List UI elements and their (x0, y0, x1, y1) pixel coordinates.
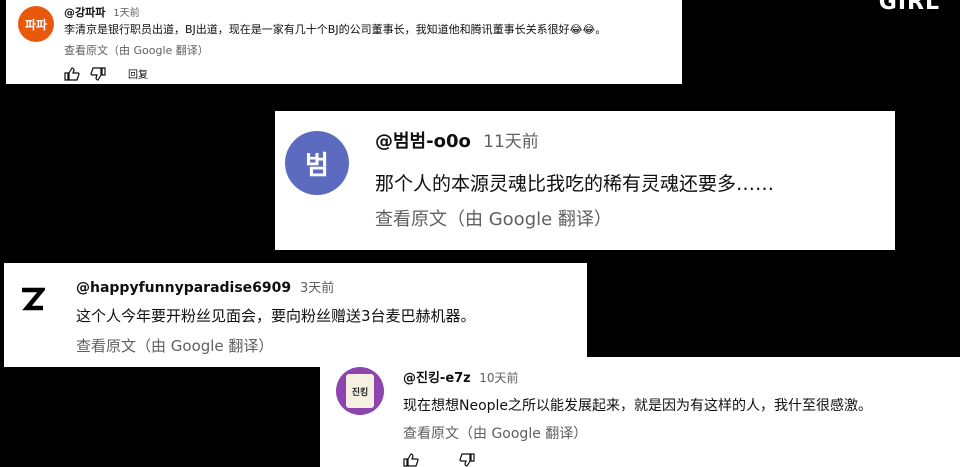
see-original-link[interactable]: 查看原文（由 Google 翻译） (375, 205, 612, 231)
comment-card-4: 진킹 @진킹-e7z 10天前 现在想想Neople之所以能发展起来，就是因为有… (320, 357, 960, 467)
author-handle[interactable]: @강파파 (64, 6, 105, 19)
comment-time[interactable]: 1天前 (113, 8, 139, 19)
watermark: GIRL (878, 0, 940, 15)
comment-card-2: 범 @범범-o0o 11天前 那个人的本源灵魂比我吃的稀有灵魂还要多…… 查看原… (275, 111, 895, 250)
comment-actions: 回复 (64, 66, 148, 81)
comment-text: 这个人今年要开粉丝见面会，要向粉丝赠送3台麦巴赫机器。 (76, 307, 476, 325)
dislike-icon[interactable] (90, 66, 106, 81)
author-handle[interactable]: @진킹-e7z (403, 371, 471, 386)
avatar-initials: 파파 (24, 17, 48, 32)
comment-author[interactable]: @범범-o0o 11天前 (375, 127, 539, 153)
z-logo-icon (19, 287, 47, 315)
avatar[interactable]: 진킹 (336, 367, 384, 415)
comment-card-3: @happyfunnyparadise6909 3天前 这个人今年要开粉丝见面会… (4, 263, 587, 367)
like-icon[interactable] (403, 453, 419, 467)
author-handle[interactable]: @범범-o0o (375, 131, 471, 152)
see-original-link[interactable]: 查看原文（由 Google 翻译） (64, 42, 209, 58)
comment-author[interactable]: @강파파 1天前 (64, 4, 140, 20)
comment-author[interactable]: @happyfunnyparadise6909 3天前 (76, 277, 334, 296)
avatar-initials: 진킹 (351, 387, 369, 398)
comment-card-1: 파파 @강파파 1天前 李清京是银行职员出道，BJ出道，现在是一家有几十个BJ的… (6, 0, 682, 84)
avatar-badge: 진킹 (346, 374, 374, 408)
comment-actions (403, 453, 475, 467)
avatar[interactable] (14, 283, 50, 319)
author-handle[interactable]: @happyfunnyparadise6909 (76, 280, 291, 296)
see-original-link[interactable]: 查看原文（由 Google 翻译） (76, 335, 273, 356)
comment-time[interactable]: 11天前 (483, 132, 539, 152)
comment-text: 李清京是银行职员出道，BJ出道，现在是一家有几十个BJ的公司董事长，我知道他和腾… (64, 23, 607, 36)
see-original-link[interactable]: 查看原文（由 Google 翻译） (403, 423, 587, 443)
comment-time[interactable]: 10天前 (479, 371, 518, 385)
dislike-icon[interactable] (459, 453, 475, 467)
comment-text: 现在想想Neople之所以能发展起来，就是因为有这样的人，我什至很感激。 (403, 398, 873, 414)
avatar[interactable]: 범 (285, 131, 349, 195)
comment-time[interactable]: 3天前 (300, 281, 334, 296)
reply-button[interactable]: 回复 (128, 66, 148, 81)
like-icon[interactable] (64, 66, 80, 81)
comment-text: 那个人的本源灵魂比我吃的稀有灵魂还要多…… (375, 173, 775, 195)
avatar-initials: 범 (305, 150, 329, 181)
comment-author[interactable]: @진킹-e7z 10天前 (403, 367, 519, 386)
avatar[interactable]: 파파 (18, 6, 54, 42)
